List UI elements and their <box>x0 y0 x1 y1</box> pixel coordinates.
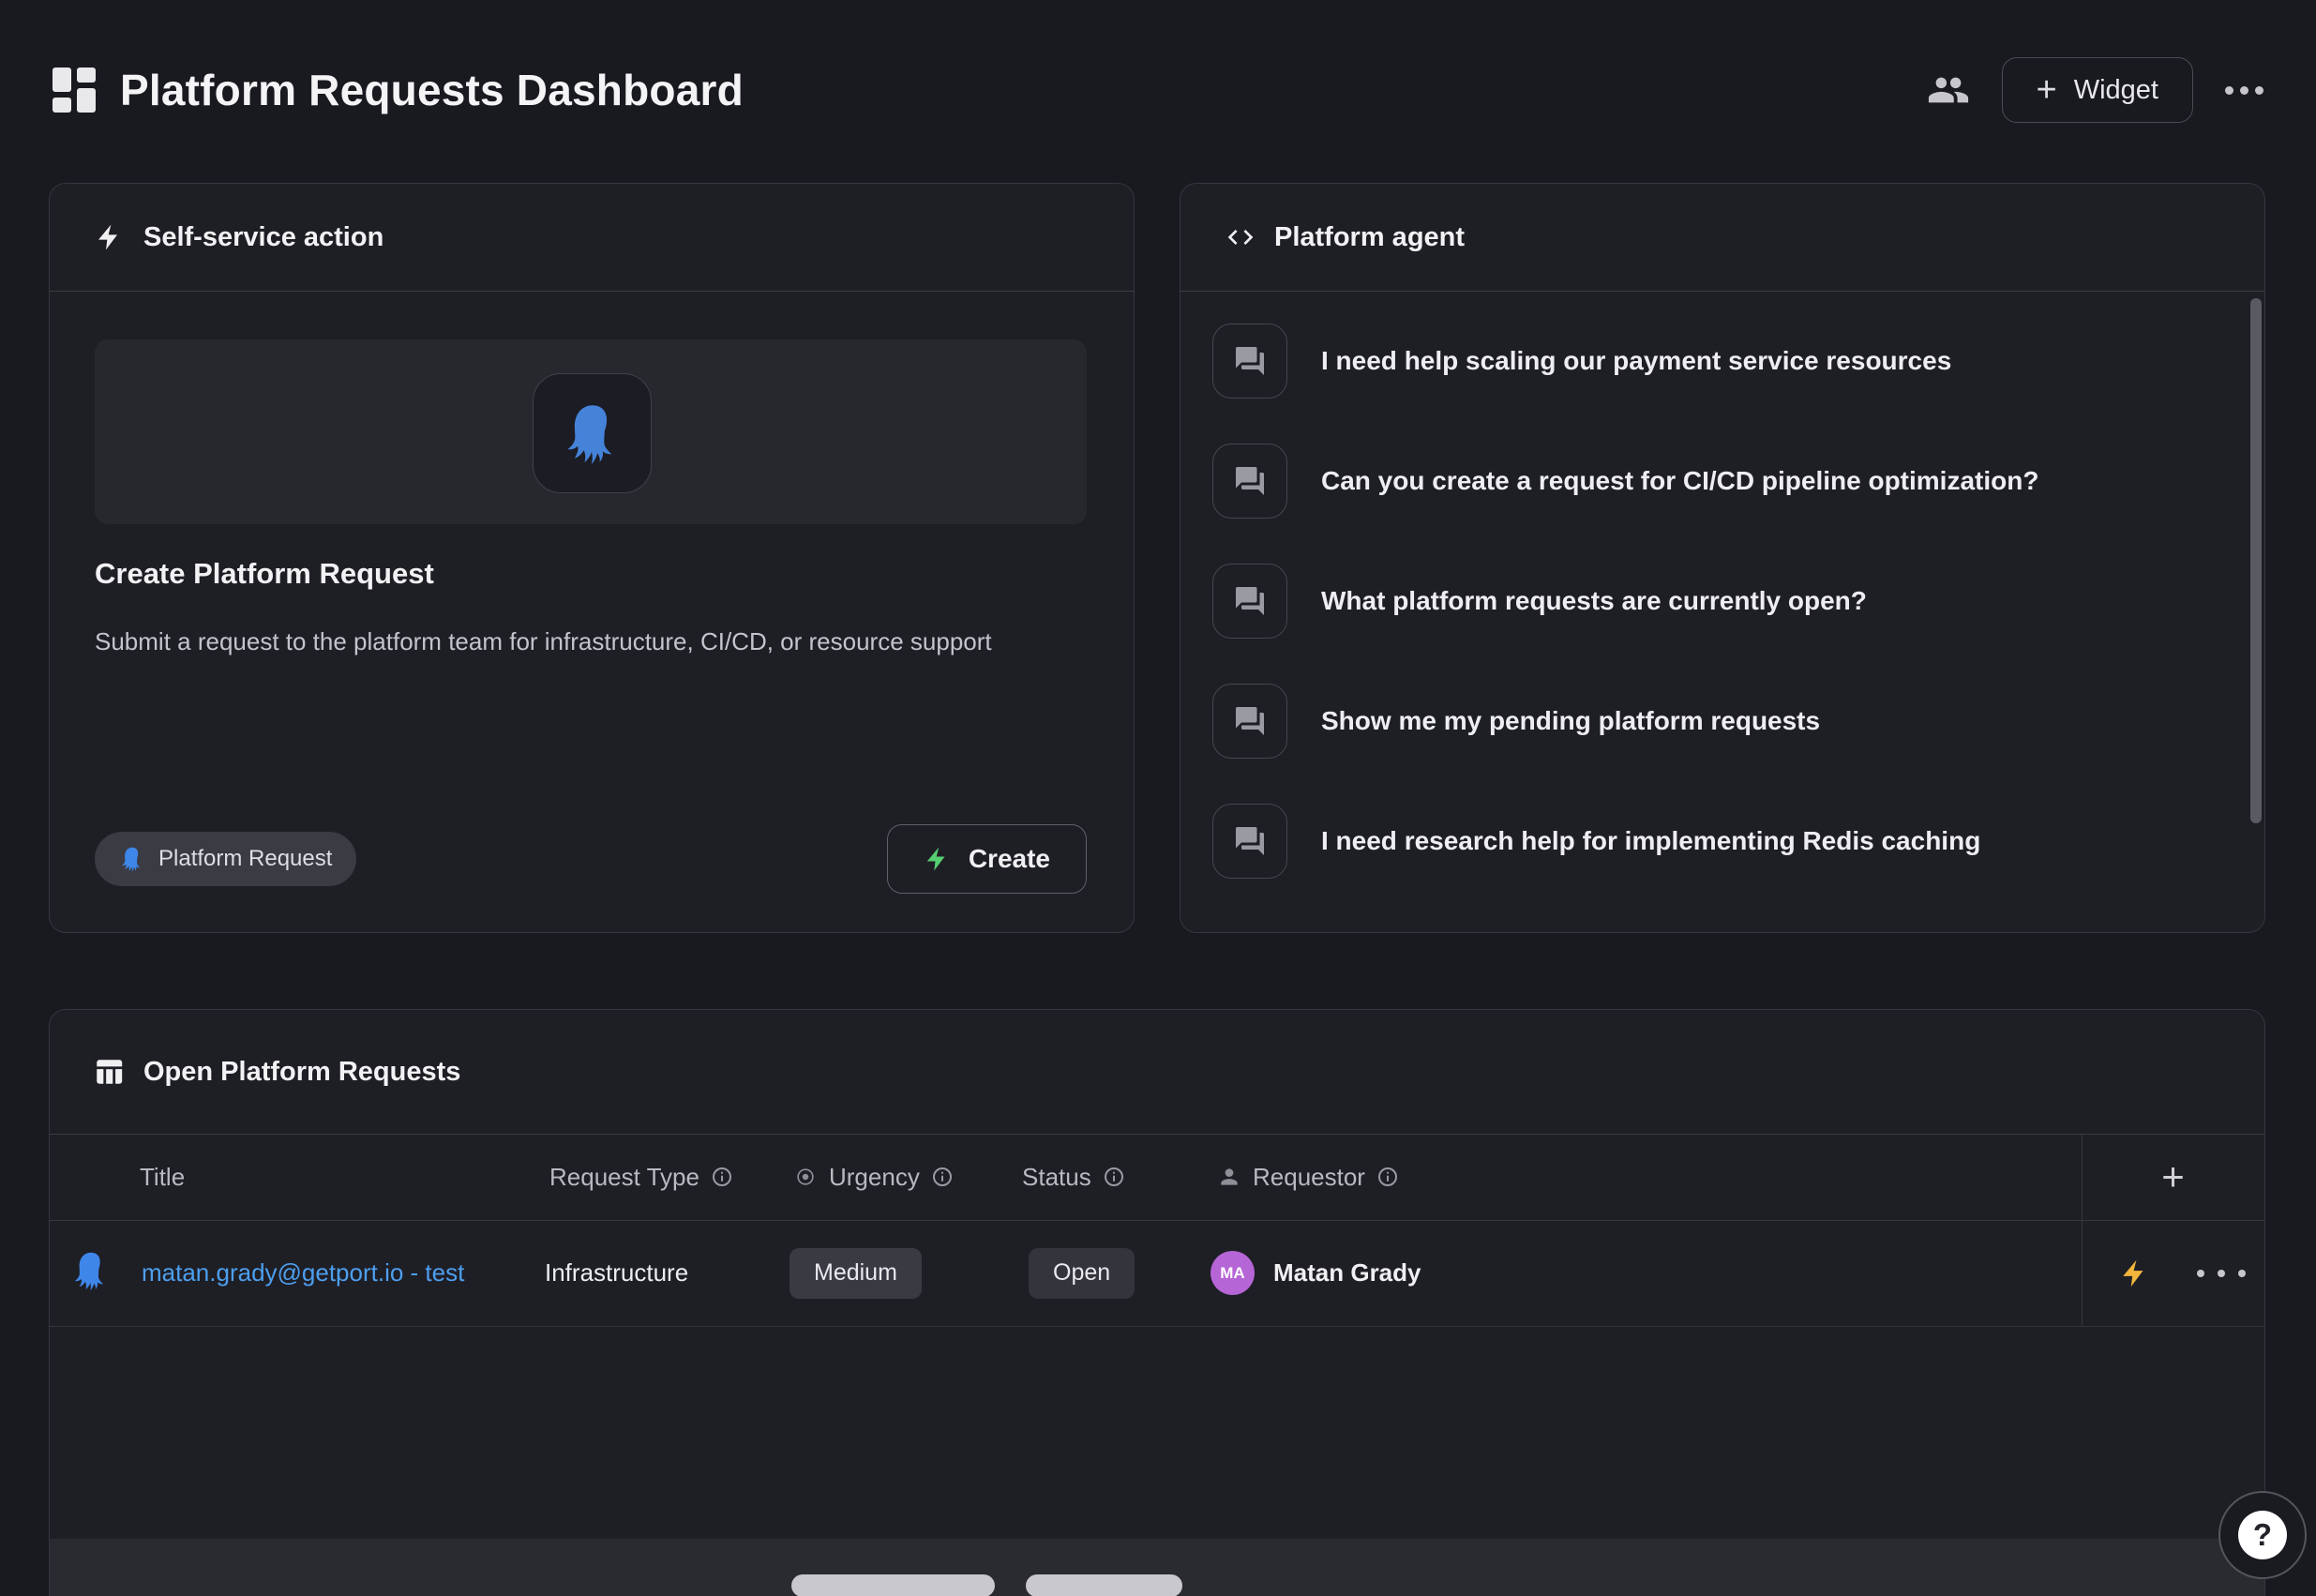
blueprint-badge-label: Platform Request <box>158 846 332 872</box>
chat-icon <box>1212 684 1287 759</box>
row-requestor-cell: MA Matan Grady <box>1211 1220 1421 1326</box>
table-icon <box>93 1056 125 1088</box>
urgency-badge: Medium <box>790 1248 922 1299</box>
page-title: Platform Requests Dashboard <box>120 65 744 115</box>
info-icon[interactable] <box>1376 1166 1399 1188</box>
header-left: Platform Requests Dashboard <box>53 65 744 115</box>
create-button[interactable]: Create <box>887 824 1087 894</box>
chat-icon <box>1212 804 1287 879</box>
horizontal-scrollbar-thumb[interactable] <box>1026 1574 1182 1596</box>
bolt-icon <box>95 222 125 252</box>
self-service-card: Self-service action Create Platform Requ… <box>49 183 1135 933</box>
agent-suggestion-list: I need help scaling our payment service … <box>1212 301 2199 901</box>
person-icon <box>1217 1165 1241 1189</box>
agent-suggestion[interactable]: Can you create a request for CI/CD pipel… <box>1212 421 2199 541</box>
action-title: Create Platform Request <box>95 557 434 591</box>
run-action-button[interactable] <box>2119 1220 2151 1326</box>
octopus-icon <box>119 846 145 872</box>
row-title-link[interactable]: matan.grady@getport.io - test <box>142 1258 464 1287</box>
column-label: Status <box>1022 1163 1091 1192</box>
people-icon <box>1927 68 1970 112</box>
open-requests-card-title: Open Platform Requests <box>143 1057 460 1088</box>
platform-agent-card-header: Platform agent <box>1181 184 2264 292</box>
bolt-icon <box>2119 1257 2151 1289</box>
agent-suggestion-text: Show me my pending platform requests <box>1321 706 1820 736</box>
members-button[interactable] <box>1927 68 1970 112</box>
chat-icon <box>1212 324 1287 399</box>
add-column-button[interactable]: + <box>2082 1134 2264 1220</box>
create-button-label: Create <box>969 844 1050 874</box>
blueprint-badge: Platform Request <box>95 832 356 886</box>
column-header-request-type[interactable]: Request Type <box>549 1134 733 1220</box>
agent-suggestion-text: Can you create a request for CI/CD pipel… <box>1321 466 2038 496</box>
chat-icon <box>1212 444 1287 519</box>
platform-agent-card-title: Platform agent <box>1274 222 1465 253</box>
avatar: MA <box>1211 1251 1255 1295</box>
agent-suggestion[interactable]: I need help scaling our payment service … <box>1212 301 2199 421</box>
self-service-card-title: Self-service action <box>143 222 383 253</box>
platform-agent-card: Platform agent I need help scaling our p… <box>1180 183 2265 933</box>
header-actions: + Widget <box>1927 57 2263 123</box>
open-requests-card-header: Open Platform Requests <box>50 1010 2264 1135</box>
octopus-icon <box>561 401 624 465</box>
column-header-title[interactable]: Title <box>140 1134 185 1220</box>
agent-suggestion[interactable]: Show me my pending platform requests <box>1212 661 2199 781</box>
vertical-scrollbar[interactable] <box>2250 298 2262 823</box>
radio-icon <box>793 1165 818 1189</box>
row-entity-icon <box>70 1220 112 1326</box>
column-label: Urgency <box>829 1163 920 1192</box>
table-header-row: Title Request Type Urgency Status <box>50 1134 2264 1221</box>
help-button[interactable]: ? <box>2218 1491 2307 1579</box>
horizontal-scrollbar-thumb[interactable] <box>791 1574 995 1596</box>
column-label: Request Type <box>549 1163 699 1192</box>
action-description: Submit a request to the platform team fo… <box>95 623 1023 660</box>
info-icon[interactable] <box>711 1166 733 1188</box>
agent-suggestion-text: What platform requests are currently ope… <box>1321 586 1867 616</box>
column-label: Requestor <box>1253 1163 1365 1192</box>
plus-icon: + <box>2037 72 2057 108</box>
action-preview-panel <box>95 339 1087 524</box>
agent-suggestion[interactable]: I need research help for implementing Re… <box>1212 781 2199 901</box>
requestor-name: Matan Grady <box>1273 1258 1421 1287</box>
self-service-card-header: Self-service action <box>50 184 1134 292</box>
chat-icon <box>1212 564 1287 639</box>
agent-suggestion-text: I need research help for implementing Re… <box>1321 826 1980 856</box>
ellipsis-icon <box>2197 1270 2252 1277</box>
row-request-type-cell: Infrastructure <box>545 1220 688 1326</box>
row-title-cell: matan.grady@getport.io - test <box>142 1220 464 1326</box>
header-more-button[interactable] <box>2225 86 2263 95</box>
column-header-status[interactable]: Status <box>1022 1134 1125 1220</box>
bolt-icon <box>924 845 952 873</box>
dashboard-icon <box>53 68 96 113</box>
info-icon[interactable] <box>1103 1166 1125 1188</box>
status-badge: Open <box>1029 1248 1135 1299</box>
question-mark-icon: ? <box>2238 1511 2287 1559</box>
request-type-value: Infrastructure <box>545 1258 688 1287</box>
open-requests-card: Open Platform Requests Title Request Typ… <box>49 1009 2265 1596</box>
code-icon <box>1226 222 1256 252</box>
row-urgency-cell: Medium <box>790 1220 922 1326</box>
table-footer <box>50 1539 2264 1596</box>
table-row[interactable]: matan.grady@getport.io - test Infrastruc… <box>50 1220 2264 1327</box>
agent-suggestion-text: I need help scaling our payment service … <box>1321 346 1951 376</box>
row-more-button[interactable] <box>2197 1220 2252 1326</box>
agent-suggestion[interactable]: What platform requests are currently ope… <box>1212 541 2199 661</box>
column-label: Title <box>140 1163 185 1192</box>
app-root: Platform Requests Dashboard + Widget Sel… <box>0 0 2316 1596</box>
action-logo-tile <box>533 373 652 493</box>
row-status-cell: Open <box>1029 1220 1135 1326</box>
column-header-requestor[interactable]: Requestor <box>1217 1134 1399 1220</box>
add-widget-button[interactable]: + Widget <box>2002 57 2193 123</box>
octopus-icon <box>70 1250 112 1296</box>
info-icon[interactable] <box>931 1166 954 1188</box>
page-header: Platform Requests Dashboard + Widget <box>53 0 2263 180</box>
column-header-urgency[interactable]: Urgency <box>793 1134 954 1220</box>
add-widget-label: Widget <box>2074 75 2158 106</box>
ellipsis-icon <box>2225 86 2263 95</box>
